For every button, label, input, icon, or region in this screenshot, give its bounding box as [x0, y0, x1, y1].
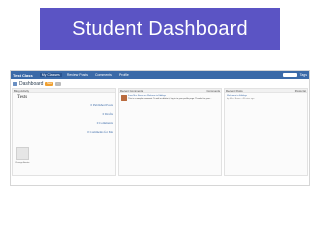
more-button[interactable]: ... — [55, 81, 61, 86]
avatar[interactable] — [16, 147, 29, 160]
recent-posts-panel: Recent Posts Posts list Welcome to Edblo… — [224, 88, 308, 176]
dashboard-icon — [13, 81, 17, 86]
search-input[interactable] — [282, 73, 297, 77]
slide-title: Student Dashboard — [72, 17, 248, 40]
stat-comments[interactable]: 0 Comments — [87, 121, 113, 125]
page-header: Dashboard New ... — [11, 79, 309, 88]
recent-posts-title: Recent Posts — [226, 88, 243, 93]
tab-my-classes[interactable]: My Classes — [39, 73, 62, 77]
class-brand[interactable]: Test Class — [13, 73, 33, 78]
top-navigation-bar: Test Class My Classes Review Posts Comme… — [11, 71, 309, 79]
stat-drafts[interactable]: 0 Drafts — [87, 112, 113, 116]
posts-list-link[interactable]: Posts list — [295, 89, 306, 93]
slide-title-banner: Student Dashboard — [40, 8, 280, 50]
recent-comments-panel: Recent Comments Comments From Mrs. Baum … — [118, 88, 222, 176]
commenter-avatar — [121, 95, 127, 101]
recent-comments-title: Recent Comments — [120, 88, 144, 93]
new-post-button[interactable]: New — [45, 81, 54, 86]
tab-review-posts[interactable]: Review Posts — [65, 73, 90, 77]
change-avatar-link[interactable]: Change Avatar — [15, 162, 29, 164]
comment-body: From Mrs. Baum on Welcome to Edblogs Thi… — [128, 95, 211, 101]
tags-link[interactable]: Tags — [300, 73, 307, 77]
blog-activity-title: Blog Activity — [14, 88, 30, 93]
recent-comments-link[interactable]: Comments — [206, 89, 220, 93]
page-title: Dashboard — [19, 80, 44, 87]
post-item: Welcome to Edblogs by Mrs. Baum - 48 min… — [225, 93, 307, 103]
stat-comments-for-me[interactable]: 0 Comments for Me — [87, 130, 113, 134]
dashboard-columns: Blog Activity Tests 0 Published Posts 0 … — [11, 88, 309, 176]
blog-name[interactable]: Tests — [17, 95, 115, 100]
tab-profile[interactable]: Profile — [117, 73, 131, 77]
dashboard-screenshot: Test Class My Classes Review Posts Comme… — [10, 70, 310, 186]
comment-item: From Mrs. Baum on Welcome to Edblogs Thi… — [119, 93, 221, 103]
stat-published-posts[interactable]: 0 Published Posts — [87, 103, 114, 107]
blog-stats: 0 Published Posts 0 Drafts 0 Comments 0 … — [87, 103, 113, 139]
blog-activity-header: Blog Activity — [13, 89, 115, 93]
blog-activity-panel: Blog Activity Tests 0 Published Posts 0 … — [12, 88, 116, 176]
tab-comments[interactable]: Comments — [93, 73, 114, 77]
comment-text: This is a sample comment. To edit or del… — [128, 97, 212, 100]
post-meta: by Mrs. Baum - 48 mins ago — [227, 97, 255, 100]
